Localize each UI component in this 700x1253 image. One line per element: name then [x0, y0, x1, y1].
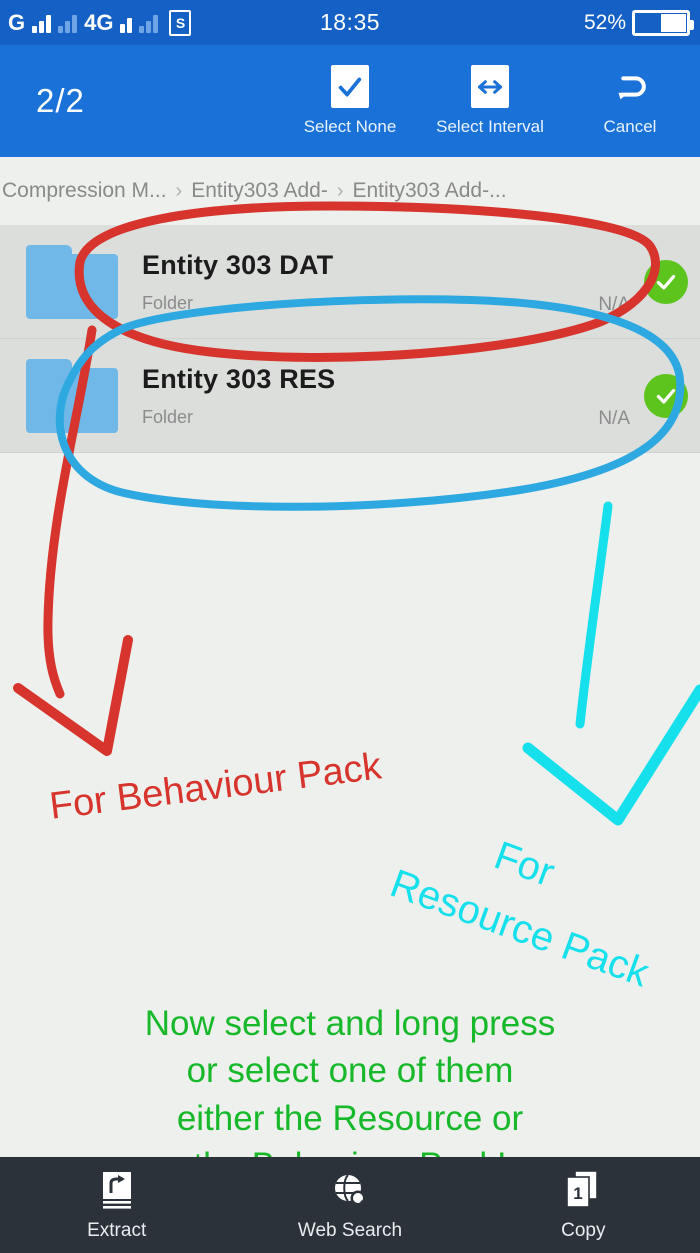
file-size: N/A — [598, 294, 630, 315]
select-interval-button[interactable]: Select Interval — [426, 65, 554, 137]
phone-screen: G 4G S 18:35 52% 2/2 Select None Select … — [0, 0, 700, 1253]
battery-percent-label: 52% — [583, 10, 626, 34]
checkbox-check-icon — [331, 65, 369, 108]
table-row[interactable]: Entity 303 RES Folder N/A — [0, 339, 700, 453]
file-type: Folder — [142, 292, 194, 313]
status-bar: G 4G S 18:35 52% — [0, 0, 700, 45]
cyan-arrow-stem — [575, 501, 613, 729]
annotation-resource-pack-label-line2: Resource Pack — [384, 861, 655, 996]
breadcrumb-separator-icon: › — [336, 179, 344, 202]
file-info: Entity 303 DAT Folder — [142, 250, 598, 314]
extract-label: Extract — [87, 1220, 147, 1241]
web-search-button[interactable]: Web Search — [233, 1168, 466, 1242]
extract-button[interactable]: Extract — [0, 1168, 233, 1242]
annotation-behaviour-pack-label: For Behaviour Pack — [47, 745, 384, 828]
action-bar-buttons: Select None Select Interval Cancel — [280, 45, 700, 157]
annotation-instruction-line-0: Now select and long press — [144, 1004, 556, 1043]
file-list: Entity 303 DAT Folder N/A Entity 303 RES… — [0, 225, 700, 453]
select-none-label: Select None — [303, 117, 397, 136]
file-name: Entity 303 DAT — [142, 249, 334, 280]
copy-label: Copy — [561, 1220, 606, 1241]
selection-counter: 2/2 — [36, 82, 85, 119]
selection-action-bar: 2/2 Select None Select Interval Cancel — [0, 45, 700, 157]
annotation-instruction-line-1: or select one of them — [186, 1051, 514, 1091]
file-size: N/A — [598, 408, 630, 429]
cancel-button[interactable]: Cancel — [566, 65, 694, 137]
file-info: Entity 303 RES Folder — [142, 364, 598, 428]
battery-icon — [632, 9, 694, 36]
row-selected-check-icon[interactable] — [644, 259, 688, 304]
cancel-label: Cancel — [603, 117, 657, 136]
breadcrumb-item-2[interactable]: Entity303 Add-... — [352, 179, 506, 203]
copy-pages-icon: 1 — [561, 1168, 605, 1212]
breadcrumb-separator-icon: › — [175, 179, 183, 202]
cyan-arrow-head — [522, 684, 700, 826]
row-selected-check-icon[interactable] — [644, 373, 688, 418]
left-right-arrow-icon — [471, 65, 509, 108]
file-type: Folder — [142, 406, 194, 427]
status-bar-right: 52% — [583, 9, 694, 36]
extract-icon — [95, 1168, 139, 1212]
select-interval-label: Select Interval — [436, 117, 544, 136]
file-name: Entity 303 RES — [142, 363, 336, 394]
folder-icon — [26, 358, 118, 433]
red-arrow-head — [13, 635, 133, 756]
annotation-resource-pack-label-line1: For — [488, 833, 561, 896]
select-none-button[interactable]: Select None — [286, 65, 414, 137]
annotation-instruction-line-2: either the Resource or — [176, 1098, 524, 1138]
web-search-label: Web Search — [297, 1220, 403, 1241]
breadcrumb-item-1[interactable]: Entity303 Add- — [191, 179, 328, 203]
copy-button[interactable]: 1 Copy — [467, 1168, 700, 1242]
table-row[interactable]: Entity 303 DAT Folder N/A — [0, 225, 700, 339]
breadcrumb-item-0[interactable]: Compression M... — [2, 179, 167, 203]
undo-arrow-icon — [609, 65, 651, 108]
breadcrumb[interactable]: Compression M... › Entity303 Add- › Enti… — [0, 157, 700, 225]
bottom-action-bar: Extract Web Search 1 Copy — [0, 1157, 700, 1253]
globe-search-icon — [328, 1168, 372, 1212]
copy-badge-count: 1 — [574, 1184, 583, 1203]
folder-icon — [26, 244, 118, 319]
